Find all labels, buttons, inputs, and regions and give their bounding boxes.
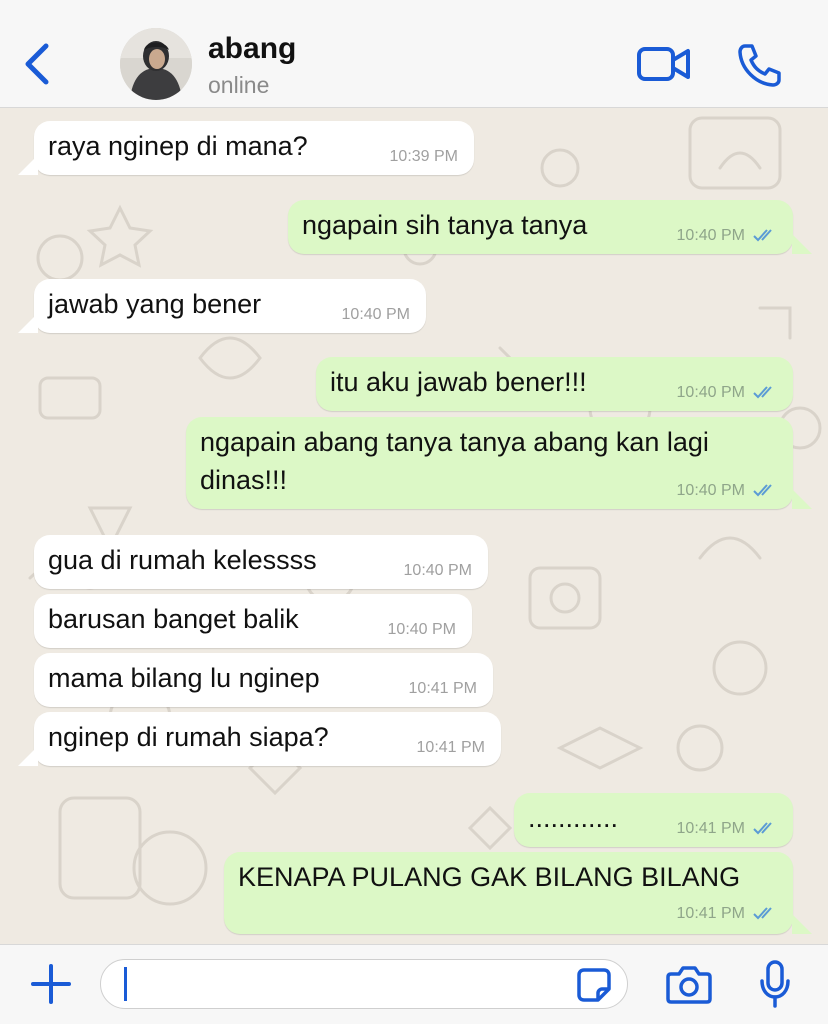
message-bubble-incoming[interactable]: raya nginep di mana? 10:39 PM xyxy=(34,121,474,175)
message-bubble-incoming[interactable]: jawab yang bener 10:40 PM xyxy=(34,279,426,333)
read-ticks-icon xyxy=(753,229,772,242)
composer-bar xyxy=(0,944,828,1024)
message-time: 10:41 PM xyxy=(408,680,477,697)
voice-call-button[interactable] xyxy=(736,42,782,88)
message-time: 10:40 PM xyxy=(403,562,472,579)
message-time: 10:40 PM xyxy=(676,227,745,244)
bubble-tail xyxy=(792,234,812,254)
message-time: 10:41 PM xyxy=(676,820,745,837)
message-bubble-incoming[interactable]: barusan banget balik 10:40 PM xyxy=(34,594,472,648)
message-time: 10:40 PM xyxy=(676,482,745,499)
message-text: ngapain sih tanya tanya xyxy=(302,210,588,240)
message-time: 10:40 PM xyxy=(676,384,745,401)
bubble-tail xyxy=(792,489,812,509)
message-text: gua di rumah kelessss xyxy=(48,545,317,575)
video-call-icon xyxy=(637,47,690,81)
message-bubble-outgoing[interactable]: KENAPA PULANG GAK BILANG BILANG 10:41 PM xyxy=(224,852,793,934)
text-caret xyxy=(124,967,127,1001)
read-ticks-icon xyxy=(753,484,772,497)
message-text: nginep di rumah siapa? xyxy=(48,722,329,752)
message-bubble-outgoing[interactable]: ............ 10:41 PM xyxy=(514,793,793,847)
bubble-tail xyxy=(792,914,812,934)
message-text: barusan banget balik xyxy=(48,604,299,634)
phone-icon xyxy=(738,44,781,87)
avatar-photo xyxy=(120,28,192,100)
message-bubble-incoming[interactable]: mama bilang lu nginep 10:41 PM xyxy=(34,653,493,707)
video-call-button[interactable] xyxy=(636,44,692,84)
message-list[interactable]: raya nginep di mana? 10:39 PM ngapain si… xyxy=(0,108,828,944)
plus-icon xyxy=(31,964,71,1004)
bubble-tail xyxy=(18,155,38,175)
camera-icon xyxy=(666,966,712,1004)
message-text: ............ xyxy=(528,803,619,833)
message-bubble-incoming[interactable]: nginep di rumah siapa? 10:41 PM xyxy=(34,712,501,766)
message-time: 10:41 PM xyxy=(676,905,745,922)
bubble-tail xyxy=(18,746,38,766)
sticker-icon xyxy=(577,968,611,1002)
read-ticks-icon xyxy=(753,386,772,399)
contact-name[interactable]: abang xyxy=(208,32,296,66)
avatar[interactable] xyxy=(120,28,192,100)
voice-message-button[interactable] xyxy=(758,959,792,1009)
read-ticks-icon xyxy=(753,822,772,835)
contact-status: online xyxy=(208,72,270,98)
sticker-button[interactable] xyxy=(576,967,612,1003)
read-ticks-icon xyxy=(753,907,772,920)
message-bubble-outgoing[interactable]: itu aku jawab bener!!! 10:40 PM xyxy=(316,357,793,411)
chat-header: abang online xyxy=(0,0,828,108)
attach-button[interactable] xyxy=(30,963,72,1005)
message-text: raya nginep di mana? xyxy=(48,131,308,161)
message-bubble-incoming[interactable]: gua di rumah kelessss 10:40 PM xyxy=(34,535,488,589)
message-bubble-outgoing[interactable]: ngapain abang tanya tanya abang kan lagi… xyxy=(186,417,793,509)
message-bubble-outgoing[interactable]: ngapain sih tanya tanya 10:40 PM xyxy=(288,200,793,254)
message-text: mama bilang lu nginep xyxy=(48,663,320,693)
message-input[interactable] xyxy=(100,959,628,1009)
message-text: KENAPA PULANG GAK BILANG BILANG xyxy=(238,862,741,892)
message-time: 10:41 PM xyxy=(416,739,485,756)
message-text: itu aku jawab bener!!! xyxy=(330,367,587,397)
camera-button[interactable] xyxy=(666,963,712,1005)
bubble-tail xyxy=(18,313,38,333)
message-time: 10:40 PM xyxy=(341,306,410,323)
message-time: 10:40 PM xyxy=(387,621,456,638)
microphone-icon xyxy=(760,960,790,1008)
chevron-left-icon xyxy=(25,43,49,85)
message-text: jawab yang bener xyxy=(48,289,262,319)
message-time: 10:39 PM xyxy=(389,148,458,165)
back-button[interactable] xyxy=(22,40,54,88)
